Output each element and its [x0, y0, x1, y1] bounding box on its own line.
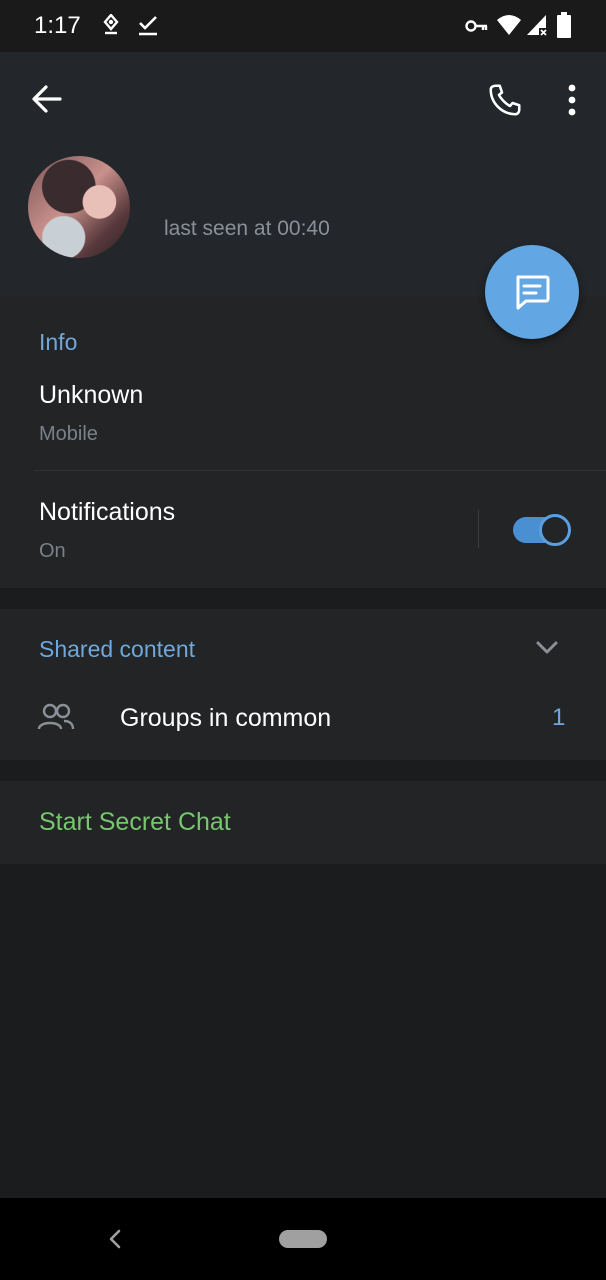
- back-arrow-icon[interactable]: [31, 84, 63, 114]
- groups-icon: [37, 703, 75, 730]
- groups-in-common-count: 1: [552, 704, 566, 731]
- toggle-knob: [539, 514, 571, 546]
- shared-content-section: [0, 609, 606, 760]
- start-secret-chat-button[interactable]: Start Secret Chat: [39, 808, 231, 837]
- message-icon: [516, 275, 550, 310]
- divider: [34, 470, 606, 471]
- message-button[interactable]: [485, 245, 579, 339]
- status-time: 1:17: [34, 12, 81, 39]
- signal-icon: [527, 15, 547, 36]
- battery-icon: [557, 12, 571, 38]
- phone-label: Mobile: [39, 423, 98, 445]
- notifications-toggle[interactable]: [513, 514, 571, 546]
- check-icon: [139, 16, 157, 36]
- notifications-value: On: [39, 540, 66, 562]
- info-title: Info: [39, 329, 78, 355]
- status-bar: 1:17: [0, 0, 606, 52]
- chevron-down-icon[interactable]: [535, 640, 559, 656]
- phone-value[interactable]: Unknown: [39, 381, 143, 410]
- more-vert-icon[interactable]: [566, 84, 578, 116]
- groups-in-common-label[interactable]: Groups in common: [120, 704, 331, 733]
- vertical-divider: [478, 510, 479, 548]
- shared-content-title: Shared content: [39, 636, 196, 662]
- location-icon: [103, 14, 119, 35]
- wifi-icon: [497, 15, 521, 35]
- avatar[interactable]: [28, 156, 130, 258]
- home-button[interactable]: [279, 1230, 327, 1248]
- last-seen-status: last seen at 00:40: [164, 217, 330, 240]
- nav-back-icon[interactable]: [108, 1229, 122, 1249]
- notifications-label[interactable]: Notifications: [39, 498, 175, 527]
- key-icon: [465, 20, 488, 32]
- phone-icon[interactable]: [487, 82, 523, 118]
